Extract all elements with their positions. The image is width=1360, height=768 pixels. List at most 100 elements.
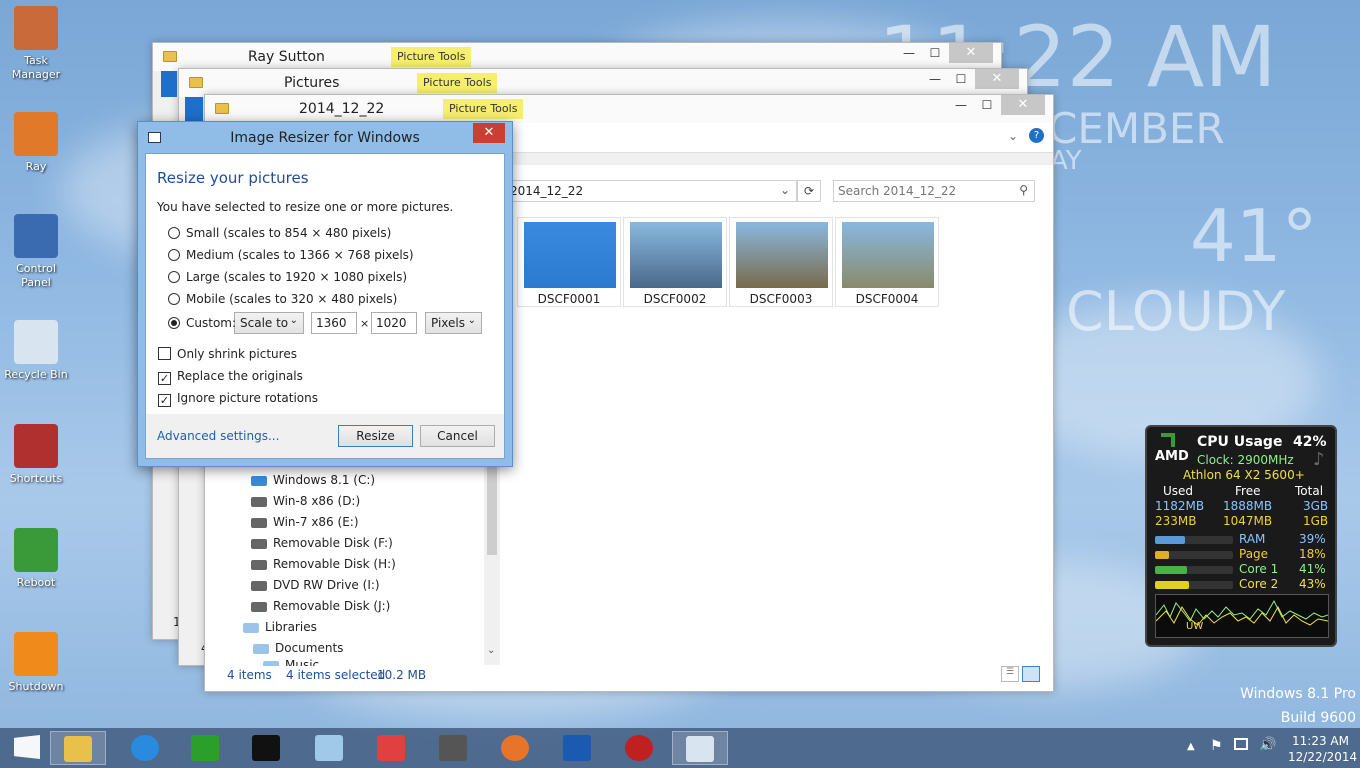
meter-label: Core 1 — [1239, 562, 1279, 576]
nav-tree-item[interactable]: Music — [263, 658, 319, 666]
nav-tree-item[interactable]: Removable Disk (H:) — [251, 557, 396, 571]
nav-tree-label: Win-7 x86 (E:) — [273, 515, 359, 529]
checkbox-box[interactable] — [158, 347, 171, 360]
nav-tree-item[interactable]: Win-7 x86 (E:) — [251, 515, 359, 529]
scrollbar-thumb[interactable] — [487, 465, 497, 555]
radio-circle[interactable] — [168, 293, 180, 305]
radio-circle[interactable] — [168, 249, 180, 261]
nav-tree-item[interactable]: Documents — [253, 641, 343, 655]
maximize-button[interactable]: ☐ — [973, 95, 1001, 115]
custom-mode-select[interactable]: Scale to ⌄ — [234, 312, 304, 334]
radio-circle[interactable] — [168, 227, 180, 239]
minimize-button[interactable]: — — [921, 69, 949, 89]
radio-circle[interactable] — [168, 317, 180, 329]
custom-height-input[interactable]: 1020 — [371, 312, 417, 334]
taskbar-no-entry[interactable] — [611, 731, 667, 765]
cpu-usage-gadget[interactable]: AMD CPU Usage 42% Clock: 2900MHz ♪ Athlo… — [1145, 425, 1337, 647]
titlebar[interactable]: 2014_12_22 Picture Tools — ☐ ✕ — [185, 95, 1053, 123]
size-option-radio[interactable]: Custom: — [168, 316, 236, 330]
drive-icon — [251, 580, 267, 591]
chevron-down-icon[interactable]: ⌄ — [1008, 129, 1018, 143]
desktop-icon-control-panel[interactable]: Control Panel — [4, 214, 68, 290]
size-option-radio[interactable]: Large (scales to 1920 × 1080 pixels) — [168, 270, 407, 284]
status-items: 4 items — [227, 668, 272, 682]
image-resizer-dialog[interactable]: Image Resizer for Windows ✕ Resize your … — [137, 121, 513, 467]
close-button[interactable]: ✕ — [1001, 95, 1045, 115]
close-button[interactable]: ✕ — [949, 43, 993, 63]
chevron-down-icon[interactable]: ⌄ — [780, 183, 790, 197]
taskbar-file-explorer[interactable] — [50, 731, 106, 765]
desktop-icon-shortcuts[interactable]: Shortcuts — [4, 424, 68, 486]
file-thumbnail[interactable]: DSCF0003 — [729, 217, 833, 307]
nav-tree-item[interactable]: DVD RW Drive (I:) — [251, 578, 380, 592]
dialog-close-button[interactable]: ✕ — [473, 123, 505, 143]
maximize-button[interactable]: ☐ — [921, 43, 949, 63]
help-icon[interactable]: ? — [1029, 128, 1044, 143]
cancel-button[interactable]: Cancel — [420, 425, 495, 447]
address-bar[interactable]: 2014_12_22 ⌄ — [505, 180, 797, 202]
taskbar-malwarebytes[interactable] — [549, 731, 605, 765]
details-view-icon[interactable]: ☰ — [1001, 666, 1019, 682]
taskbar-snipping-tool[interactable] — [363, 731, 419, 765]
option-checkbox[interactable]: Only shrink pictures — [158, 347, 297, 361]
taskbar-internet-explorer[interactable] — [117, 731, 173, 765]
custom-unit-select[interactable]: Pixels ⌄ — [425, 312, 482, 334]
image-preview — [842, 222, 934, 288]
network-icon[interactable] — [1234, 738, 1248, 750]
dialog-footer: Advanced settings... Resize Cancel — [146, 414, 504, 458]
maximize-button[interactable]: ☐ — [947, 69, 975, 89]
taskbar-image-resizer[interactable] — [672, 731, 728, 765]
scroll-down-icon[interactable]: ⌄ — [487, 645, 495, 656]
clock-date[interactable]: 12/22/2014 — [1288, 750, 1357, 764]
dialog-body: Resize your pictures You have selected t… — [145, 153, 505, 459]
radio-circle[interactable] — [168, 271, 180, 283]
file-thumbnail[interactable]: DSCF0001 — [517, 217, 621, 307]
titlebar[interactable]: Pictures Picture Tools — ☐ ✕ — [161, 69, 1027, 97]
radio-label: Mobile (scales to 320 × 480 pixels) — [186, 292, 398, 306]
desktop-icon-recycle-bin[interactable]: Recycle Bin — [4, 320, 68, 382]
taskbar-start[interactable] — [0, 731, 56, 765]
nav-tree-item[interactable]: Windows 8.1 (C:) — [251, 473, 375, 487]
checkbox-box[interactable]: ✓ — [158, 394, 171, 407]
taskbar-store[interactable] — [177, 731, 233, 765]
file-thumbnail[interactable]: DSCF0004 — [835, 217, 939, 307]
desktop-icon-ray[interactable]: Ray — [4, 112, 68, 174]
size-option-radio[interactable]: Mobile (scales to 320 × 480 pixels) — [168, 292, 397, 306]
close-button[interactable]: ✕ — [975, 69, 1019, 89]
taskbar-camera[interactable] — [425, 731, 481, 765]
shutdown-icon — [14, 632, 58, 676]
size-option-radio[interactable]: Small (scales to 854 × 480 pixels) — [168, 226, 391, 240]
option-checkbox[interactable]: ✓ Replace the originals — [158, 369, 303, 385]
checkbox-box[interactable]: ✓ — [158, 372, 171, 385]
file-thumbnail[interactable]: DSCF0002 — [623, 217, 727, 307]
desktop-icon-label: Shortcuts — [9, 472, 63, 485]
minimize-button[interactable]: — — [895, 43, 923, 63]
clock-time[interactable]: 11:23 AM — [1292, 734, 1349, 748]
option-checkbox[interactable]: ✓ Ignore picture rotations — [158, 391, 318, 407]
taskbar-notepad[interactable] — [301, 731, 357, 765]
taskbar-command-prompt[interactable] — [238, 731, 294, 765]
resize-button[interactable]: Resize — [338, 425, 413, 447]
taskbar-firefox[interactable] — [487, 731, 543, 765]
volume-icon[interactable]: 🔊 — [1259, 737, 1276, 753]
nav-tree-item[interactable]: Removable Disk (F:) — [251, 536, 393, 550]
nav-tree-item[interactable]: Libraries — [243, 620, 317, 634]
picture-tools-label: Picture Tools — [443, 99, 524, 119]
nav-tree-item[interactable]: Win-8 x86 (D:) — [251, 494, 360, 508]
ram-total: 3GB — [1303, 499, 1329, 513]
minimize-button[interactable]: — — [947, 95, 975, 115]
search-input[interactable]: Search 2014_12_22 ⚲ — [833, 180, 1035, 202]
desktop-icon-task-manager[interactable]: Task Manager — [4, 6, 68, 82]
desktop-icon-shutdown[interactable]: Shutdown — [4, 632, 68, 694]
titlebar[interactable]: Ray Sutton Picture Tools — ☐ ✕ — [153, 43, 1001, 71]
custom-width-input[interactable]: 1360 — [311, 312, 357, 334]
size-option-radio[interactable]: Medium (scales to 1366 × 768 pixels) — [168, 248, 414, 262]
thumbnail-view-icon[interactable] — [1022, 666, 1040, 682]
show-hidden-icons[interactable]: ▲ — [1187, 741, 1195, 752]
refresh-button[interactable]: ⟳ — [797, 180, 821, 202]
advanced-settings-link[interactable]: Advanced settings... — [157, 429, 279, 443]
nav-tree-item[interactable]: Removable Disk (J:) — [251, 599, 390, 613]
tree-scrollbar[interactable]: ⌄ — [484, 465, 500, 665]
desktop-icon-reboot[interactable]: Reboot — [4, 528, 68, 590]
flag-icon[interactable]: ⚑ — [1210, 738, 1223, 754]
